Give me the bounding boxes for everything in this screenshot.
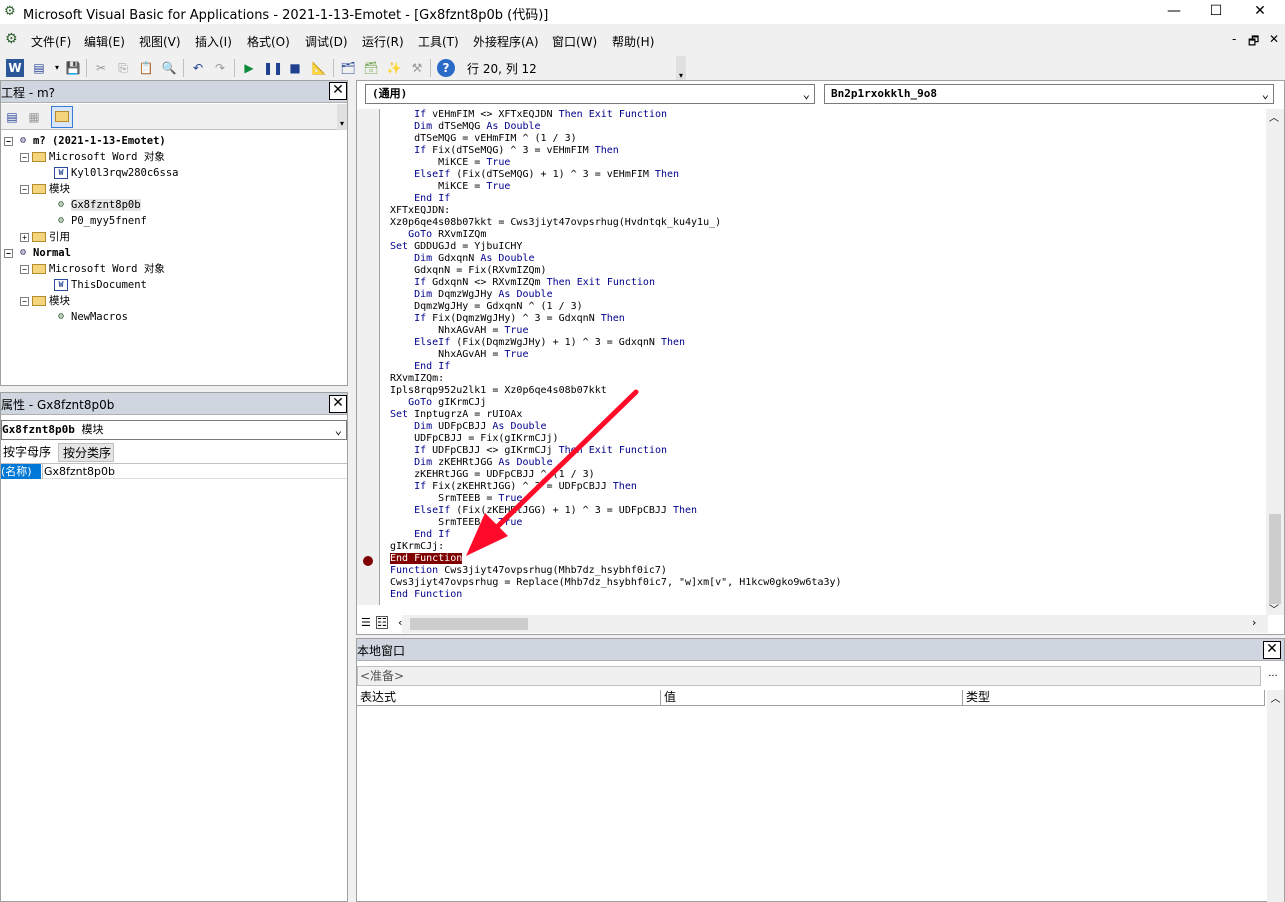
annotation-arrow [466,389,639,556]
